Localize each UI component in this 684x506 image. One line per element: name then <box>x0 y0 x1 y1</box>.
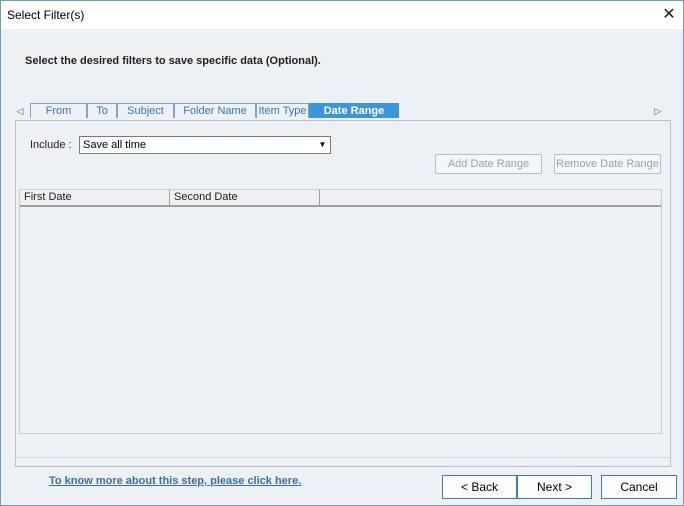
close-icon[interactable]: ✕ <box>655 1 683 29</box>
column-header-second-date[interactable]: Second Date <box>170 190 320 205</box>
chevron-down-icon[interactable]: ▼ <box>316 138 329 152</box>
tab-from[interactable]: From <box>30 103 87 118</box>
dialog-title: Select Filter(s) <box>7 8 85 22</box>
include-dropdown[interactable]: Save all time ▼ <box>79 136 331 154</box>
tab-folder-name[interactable]: Folder Name <box>174 103 256 118</box>
next-button[interactable]: Next > <box>517 475 592 499</box>
add-date-range-button[interactable]: Add Date Range <box>435 154 542 174</box>
instruction-text: Select the desired filters to save speci… <box>25 55 321 67</box>
title-bar: Select Filter(s) ✕ <box>1 1 683 29</box>
grid-header: First Date Second Date <box>20 190 661 207</box>
cancel-button[interactable]: Cancel <box>601 475 677 499</box>
tab-subject[interactable]: Subject <box>117 103 174 118</box>
tab-item-type[interactable]: Item Type <box>256 103 309 118</box>
tab-scroll-right-icon[interactable]: ▷ <box>653 103 663 119</box>
footer-divider <box>15 457 671 458</box>
back-button[interactable]: < Back <box>442 475 517 499</box>
column-header-first-date[interactable]: First Date <box>20 190 170 205</box>
tab-to[interactable]: To <box>87 103 117 118</box>
tab-scroll-left-icon[interactable]: ◁ <box>15 103 25 119</box>
date-range-grid[interactable]: First Date Second Date <box>19 189 662 434</box>
select-filters-dialog: Select Filter(s) ✕ Select the desired fi… <box>0 0 684 506</box>
remove-date-range-button[interactable]: Remove Date Range <box>554 154 661 174</box>
include-selected-value: Save all time <box>83 139 146 151</box>
date-range-panel: Include : Save all time ▼ Add Date Range… <box>15 120 671 467</box>
dialog-content: Select the desired filters to save speci… <box>1 29 683 505</box>
include-label: Include : <box>30 139 72 151</box>
tab-date-range[interactable]: Date Range <box>309 103 399 118</box>
help-link[interactable]: To know more about this step, please cli… <box>49 475 301 487</box>
filter-tabs: ◁ From To Subject Folder Name Item Type … <box>15 103 669 120</box>
